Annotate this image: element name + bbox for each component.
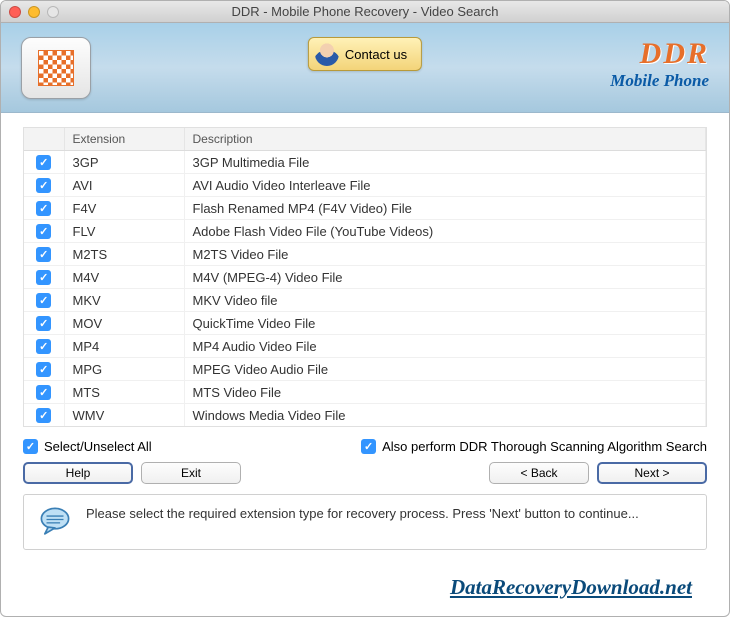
cell-description: Flash Renamed MP4 (F4V Video) File	[184, 197, 706, 220]
maximize-icon	[47, 6, 59, 18]
cell-extension: WMV	[64, 404, 184, 427]
hint-box: Please select the required extension typ…	[23, 494, 707, 550]
row-checkbox[interactable]	[36, 247, 51, 262]
row-checkbox[interactable]	[36, 316, 51, 331]
table-row[interactable]: M2TSM2TS Video File	[24, 243, 706, 266]
brand-main: DDR	[610, 39, 709, 69]
select-all-option[interactable]: Select/Unselect All	[23, 439, 152, 454]
select-all-label: Select/Unselect All	[44, 439, 152, 454]
thorough-label: Also perform DDR Thorough Scanning Algor…	[382, 439, 707, 454]
content-area: Extension Description 3GP3GP Multimedia …	[1, 113, 729, 616]
row-checkbox[interactable]	[36, 408, 51, 423]
table-row[interactable]: AVIAVI Audio Video Interleave File	[24, 174, 706, 197]
cell-description: MKV Video file	[184, 289, 706, 312]
cell-description: QuickTime Video File	[184, 312, 706, 335]
watermark: DataRecoveryDownload.net	[450, 575, 692, 600]
row-checkbox[interactable]	[36, 201, 51, 216]
header-banner: Contact us DDR Mobile Phone	[1, 23, 729, 113]
cell-description: 3GP Multimedia File	[184, 151, 706, 174]
header-description[interactable]: Description	[184, 128, 706, 151]
table-row[interactable]: F4VFlash Renamed MP4 (F4V Video) File	[24, 197, 706, 220]
cell-extension: MPG	[64, 358, 184, 381]
window-title: DDR - Mobile Phone Recovery - Video Sear…	[1, 4, 729, 19]
row-checkbox[interactable]	[36, 155, 51, 170]
extension-table: Extension Description 3GP3GP Multimedia …	[23, 127, 707, 427]
cell-description: Adobe Flash Video File (YouTube Videos)	[184, 220, 706, 243]
person-icon	[315, 42, 339, 66]
header-extension[interactable]: Extension	[64, 128, 184, 151]
cell-extension: MOV	[64, 312, 184, 335]
speech-bubble-icon	[38, 505, 72, 539]
next-button[interactable]: Next >	[597, 462, 707, 484]
table-row-empty	[24, 427, 706, 428]
table-row[interactable]: FLVAdobe Flash Video File (YouTube Video…	[24, 220, 706, 243]
hint-text: Please select the required extension typ…	[86, 505, 692, 523]
cell-description: M4V (MPEG-4) Video File	[184, 266, 706, 289]
header-checkbox	[24, 128, 64, 151]
app-window: DDR - Mobile Phone Recovery - Video Sear…	[0, 0, 730, 617]
table-header-row: Extension Description	[24, 128, 706, 151]
table-row[interactable]: MP4MP4 Audio Video File	[24, 335, 706, 358]
cell-extension: MTS	[64, 381, 184, 404]
cell-description: MP4 Audio Video File	[184, 335, 706, 358]
table-row[interactable]: MTSMTS Video File	[24, 381, 706, 404]
contact-us-button[interactable]: Contact us	[308, 37, 422, 71]
minimize-icon[interactable]	[28, 6, 40, 18]
cell-extension: M4V	[64, 266, 184, 289]
table-row[interactable]: MKVMKV Video file	[24, 289, 706, 312]
brand-sub: Mobile Phone	[610, 71, 709, 91]
cell-extension: 3GP	[64, 151, 184, 174]
table-row[interactable]: 3GP3GP Multimedia File	[24, 151, 706, 174]
table-row[interactable]: MOVQuickTime Video File	[24, 312, 706, 335]
app-logo-icon	[38, 50, 74, 86]
cell-extension: M2TS	[64, 243, 184, 266]
cell-extension: F4V	[64, 197, 184, 220]
table-row[interactable]: WMVWindows Media Video File	[24, 404, 706, 427]
close-icon[interactable]	[9, 6, 21, 18]
row-checkbox[interactable]	[36, 385, 51, 400]
options-row: Select/Unselect All Also perform DDR Tho…	[23, 439, 707, 454]
checkbox-icon[interactable]	[23, 439, 38, 454]
row-checkbox[interactable]	[36, 339, 51, 354]
row-checkbox[interactable]	[36, 178, 51, 193]
cell-extension: MKV	[64, 289, 184, 312]
row-checkbox[interactable]	[36, 362, 51, 377]
exit-button[interactable]: Exit	[141, 462, 241, 484]
table-row[interactable]: M4VM4V (MPEG-4) Video File	[24, 266, 706, 289]
contact-label: Contact us	[345, 47, 407, 62]
app-logo-box	[21, 37, 91, 99]
cell-extension: AVI	[64, 174, 184, 197]
cell-extension: MP4	[64, 335, 184, 358]
cell-description: Windows Media Video File	[184, 404, 706, 427]
back-button[interactable]: < Back	[489, 462, 589, 484]
brand: DDR Mobile Phone	[610, 39, 709, 91]
cell-description: MTS Video File	[184, 381, 706, 404]
help-button[interactable]: Help	[23, 462, 133, 484]
titlebar: DDR - Mobile Phone Recovery - Video Sear…	[1, 1, 729, 23]
cell-description: MPEG Video Audio File	[184, 358, 706, 381]
checkbox-icon[interactable]	[361, 439, 376, 454]
cell-description: AVI Audio Video Interleave File	[184, 174, 706, 197]
thorough-scan-option[interactable]: Also perform DDR Thorough Scanning Algor…	[361, 439, 707, 454]
cell-description: M2TS Video File	[184, 243, 706, 266]
row-checkbox[interactable]	[36, 270, 51, 285]
cell-extension: FLV	[64, 220, 184, 243]
window-controls	[9, 6, 59, 18]
row-checkbox[interactable]	[36, 224, 51, 239]
table-row[interactable]: MPGMPEG Video Audio File	[24, 358, 706, 381]
button-row: Help Exit < Back Next >	[23, 462, 707, 484]
row-checkbox[interactable]	[36, 293, 51, 308]
